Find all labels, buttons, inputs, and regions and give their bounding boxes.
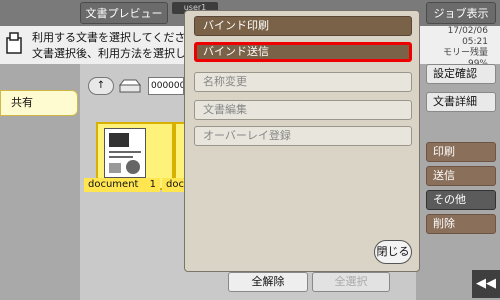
document-preview-icon (104, 128, 146, 178)
document-name: document (88, 179, 139, 190)
overlay-register-option[interactable]: オーバーレイ登録 (194, 126, 412, 146)
edit-document-option[interactable]: 文書編集 (194, 100, 412, 120)
settings-confirm-button[interactable]: 設定確認 (426, 64, 496, 84)
document-count: 1 (149, 179, 156, 190)
document-icon (6, 32, 22, 54)
bind-send-option[interactable]: バインド送信 (194, 42, 412, 62)
instruction-line-2: 文書選択後、利用方法を選択し (32, 47, 186, 60)
other-button[interactable]: その他 (426, 190, 496, 210)
document-label[interactable]: document 1 (84, 178, 160, 192)
collapse-panel-button[interactable]: ◀◀ (472, 270, 500, 298)
document-label[interactable]: docu (162, 178, 184, 192)
document-preview-button[interactable]: 文書プレビュー (80, 2, 168, 24)
document-name: docu (166, 179, 184, 190)
time-text: 05:21 (462, 37, 488, 47)
folder-path-field: 000000 (148, 77, 184, 95)
rename-option[interactable]: 名称変更 (194, 72, 412, 92)
shared-box-tab[interactable]: 共有 (0, 90, 78, 116)
status-datetime: 17/02/06 05:21 モリー残量 99% (416, 26, 488, 69)
up-arrow-icon: ↑ (96, 80, 106, 91)
document-detail-button[interactable]: 文書詳細 (426, 92, 496, 112)
instruction-line-1: 利用する文書を選択してくださ (32, 31, 186, 44)
print-button[interactable]: 印刷 (426, 142, 496, 162)
double-chevron-left-icon: ◀◀ (476, 276, 496, 291)
select-all-button[interactable]: 全選択 (312, 272, 390, 292)
memory-label: モリー残量 (442, 48, 488, 58)
bind-print-option[interactable]: バインド印刷 (194, 16, 412, 36)
tray-icon (118, 79, 142, 93)
close-button[interactable]: 閉じる (374, 240, 412, 264)
parent-folder-button[interactable]: ↑ (88, 77, 114, 95)
clear-all-button[interactable]: 全解除 (228, 272, 308, 292)
delete-button[interactable]: 削除 (426, 214, 496, 234)
job-display-button[interactable]: ジョブ表示 (426, 2, 496, 24)
date-text: 17/02/06 (447, 26, 488, 36)
send-button[interactable]: 送信 (426, 166, 496, 186)
